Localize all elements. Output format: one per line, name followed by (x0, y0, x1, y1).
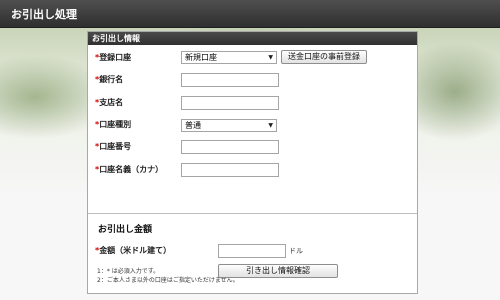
account-number-input[interactable] (181, 140, 279, 154)
registered-account-value: 新規口座 (185, 53, 217, 62)
account-type-label: *口座種別 (95, 120, 131, 130)
chevron-down-icon: ▼ (268, 122, 273, 129)
bank-name-label: *銀行名 (95, 75, 123, 85)
panel-header: お引出し情報 (88, 32, 417, 45)
register-remittance-account-button[interactable]: 送金口座の事前登録 (281, 50, 367, 64)
amount-label: *金額（米ドル建て） (95, 246, 171, 256)
withdrawal-amount-title: お引出し金額 (98, 225, 153, 235)
account-number-label: *口座番号 (95, 142, 131, 152)
page: お引出し処理 お引出し情報 *登録口座 新規口座 ▼ 送金口座の事前登録 *銀行… (0, 0, 500, 300)
note-own-account-only: 2：ご本人さま以外の口座はご指定いただけません。 (97, 277, 239, 284)
branch-name-label-text: 支店名 (99, 98, 124, 107)
account-number-label-text: 口座番号 (99, 142, 132, 151)
panel-header-title: お引出し情報 (92, 34, 140, 43)
account-type-label-text: 口座種別 (99, 120, 132, 129)
section-divider (88, 213, 417, 214)
registered-account-label: *登録口座 (95, 53, 131, 63)
page-title: お引出し処理 (11, 8, 77, 21)
amount-input[interactable] (218, 244, 286, 258)
amount-label-text: 金額（米ドル建て） (99, 246, 172, 255)
bank-name-label-text: 銀行名 (99, 75, 124, 84)
account-holder-label-text: 口座名義（カナ） (99, 165, 164, 174)
withdrawal-panel: お引出し情報 *登録口座 新規口座 ▼ 送金口座の事前登録 *銀行名 *支店名 … (87, 31, 418, 294)
amount-unit: ドル (289, 247, 303, 255)
confirm-withdrawal-button[interactable]: 引き出し情報確認 (218, 264, 338, 278)
account-type-select[interactable]: 普通 ▼ (181, 119, 277, 132)
branch-name-input[interactable] (181, 96, 279, 110)
registered-account-label-text: 登録口座 (99, 53, 132, 62)
registered-account-select[interactable]: 新規口座 ▼ (181, 51, 277, 64)
chevron-down-icon: ▼ (268, 54, 273, 61)
account-holder-input[interactable] (181, 163, 279, 177)
branch-name-label: *支店名 (95, 98, 123, 108)
bank-name-input[interactable] (181, 73, 279, 87)
account-type-value: 普通 (185, 121, 201, 130)
note-required-fields: 1：* は必須入力です。 (97, 268, 160, 275)
account-holder-label: *口座名義（カナ） (95, 165, 163, 175)
title-bar: お引出し処理 (0, 0, 500, 28)
